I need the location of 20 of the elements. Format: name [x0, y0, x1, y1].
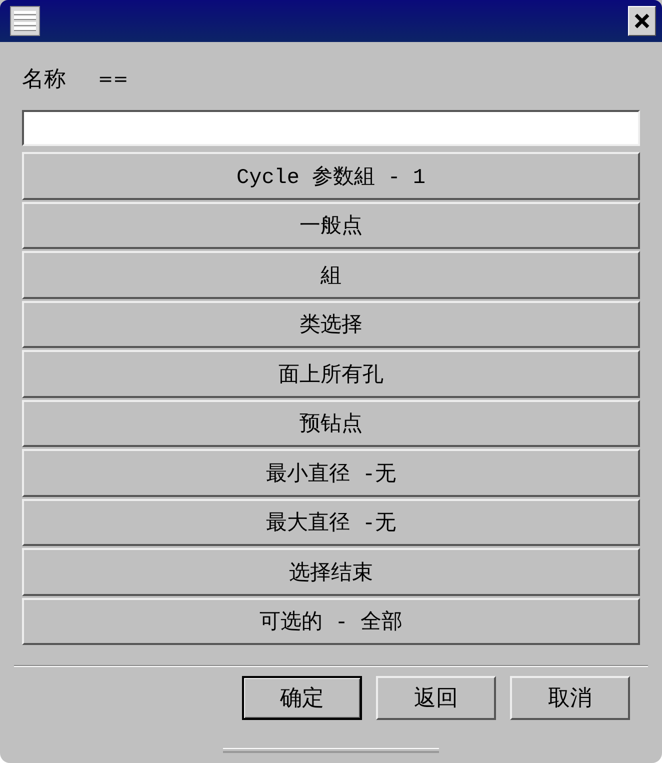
- option-button[interactable]: Cycle 参数組 - 1: [22, 152, 640, 200]
- resize-grip[interactable]: [223, 748, 439, 753]
- dialog-button[interactable]: 返回: [376, 676, 496, 720]
- option-button[interactable]: 組: [22, 251, 640, 298]
- option-button[interactable]: 选择结束: [22, 548, 640, 596]
- name-input-field[interactable]: [22, 110, 640, 146]
- dialog-button[interactable]: 取消: [510, 676, 630, 720]
- name-value: ==: [98, 68, 128, 90]
- menu-icon[interactable]: [10, 6, 40, 36]
- dialog-button[interactable]: 确定: [242, 676, 362, 720]
- option-button[interactable]: 最大直径 -无: [22, 498, 640, 546]
- option-button[interactable]: 最小直径 -无: [22, 449, 640, 496]
- close-icon: [633, 12, 651, 30]
- close-button[interactable]: [628, 6, 656, 36]
- name-label: 名称: [22, 66, 66, 94]
- option-button[interactable]: 类选择: [22, 300, 640, 348]
- option-button[interactable]: 预钻点: [22, 400, 640, 447]
- option-button[interactable]: 可选的 - 全部: [22, 598, 640, 645]
- option-button[interactable]: 一般点: [22, 202, 640, 249]
- option-button[interactable]: 面上所有孔: [22, 350, 640, 398]
